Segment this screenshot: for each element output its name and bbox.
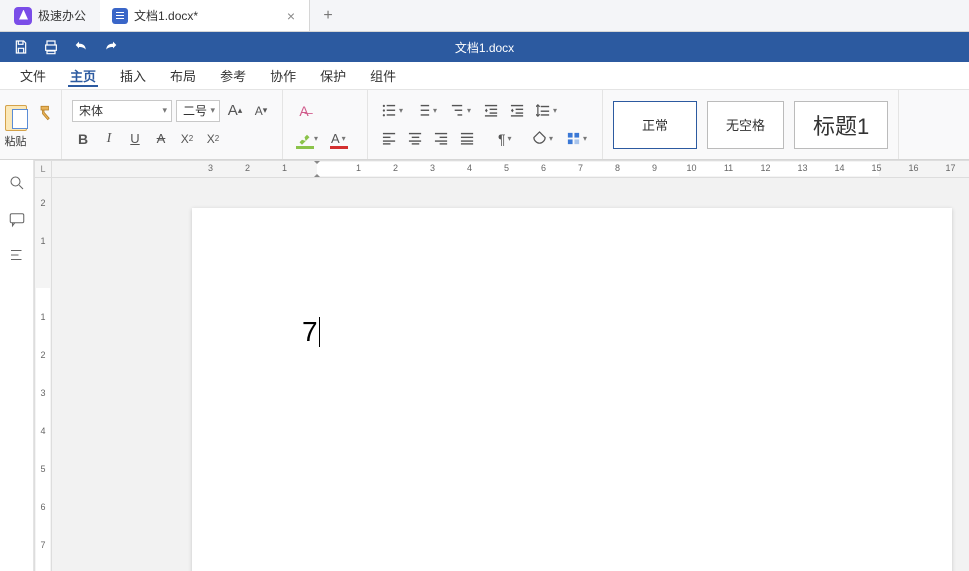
document-column: L 321 1234567891011121314151617 21123456… [34, 160, 969, 571]
highlight-button[interactable]: ▾ [293, 128, 323, 150]
align-justify-button[interactable] [456, 128, 478, 150]
save-button[interactable] [6, 32, 36, 62]
align-right-button[interactable] [430, 128, 452, 150]
menu-layout[interactable]: 布局 [158, 62, 208, 89]
style-heading1[interactable]: 标题1 [794, 101, 888, 149]
increase-indent-button[interactable] [506, 100, 528, 122]
app-name: 极速办公 [38, 7, 86, 24]
style-normal[interactable]: 正常 [613, 101, 697, 149]
font-group: 宋体▾ 二号▾ A▴ A▾ B I U A X2 X2 [62, 90, 283, 159]
vertical-ruler[interactable]: 211234567 [34, 178, 52, 571]
new-tab-button[interactable]: + [310, 0, 346, 31]
paragraph-group: ▾ ▾ ▾ ▾ ¶▾ ▾ ▾ [368, 90, 603, 159]
styles-group: 正常 无空格 标题1 [603, 90, 899, 159]
document-tab-title: 文档1.docx* [134, 7, 198, 24]
redo-button[interactable] [96, 32, 126, 62]
menu-home[interactable]: 主页 [58, 62, 108, 89]
outline-icon[interactable] [8, 246, 26, 264]
document-page[interactable]: 7 [192, 208, 952, 571]
work-area: L 321 1234567891011121314151617 21123456… [0, 160, 969, 571]
style-nospace[interactable]: 无空格 [707, 101, 784, 149]
superscript-button[interactable]: X2 [176, 128, 198, 150]
undo-button[interactable] [66, 32, 96, 62]
menu-bar: 文件 主页 插入 布局 参考 协作 保护 组件 [0, 62, 969, 90]
menu-file[interactable]: 文件 [8, 62, 58, 89]
print-button[interactable] [36, 32, 66, 62]
paste-icon[interactable] [3, 101, 29, 131]
app-tab-bar: 极速办公 文档1.docx* × + [0, 0, 969, 32]
side-panel [0, 160, 34, 571]
app-logo-icon [14, 7, 32, 25]
subscript-button[interactable]: X2 [202, 128, 224, 150]
paste-label: 粘贴 [5, 133, 27, 149]
bold-button[interactable]: B [72, 128, 94, 150]
show-marks-button[interactable]: ¶▾ [494, 128, 524, 150]
align-left-button[interactable] [378, 128, 400, 150]
align-center-button[interactable] [404, 128, 426, 150]
shading-button[interactable]: ▾ [528, 128, 558, 150]
shrink-font-button[interactable]: A▾ [250, 100, 272, 122]
font-size-select[interactable]: 二号▾ [176, 100, 220, 122]
italic-button[interactable]: I [98, 128, 120, 150]
menu-collab[interactable]: 协作 [258, 62, 308, 89]
indent-marker-icon[interactable] [312, 160, 322, 178]
close-tab-button[interactable]: × [285, 9, 297, 23]
clipboard-group: 粘贴 [0, 90, 62, 159]
font-name-select[interactable]: 宋体▾ [72, 100, 172, 122]
underline-button[interactable]: U [124, 128, 146, 150]
menu-insert[interactable]: 插入 [108, 62, 158, 89]
ribbon: 粘贴 宋体▾ 二号▾ A▴ A▾ B I U A X2 X2 A̶ ▾ A▾ [0, 90, 969, 160]
window-title: 文档1.docx [0, 39, 969, 56]
text-cursor [319, 317, 320, 347]
app-home-tab[interactable]: 极速办公 [0, 0, 100, 31]
grow-font-button[interactable]: A▴ [224, 100, 246, 122]
font-color-button[interactable]: A▾ [327, 128, 357, 150]
horizontal-ruler[interactable]: L 321 1234567891011121314151617 [34, 160, 969, 178]
format-painter-button[interactable] [35, 101, 59, 125]
font-color-group: A̶ ▾ A▾ [283, 90, 368, 159]
page-scroll-area[interactable]: 7 [52, 178, 969, 571]
multilevel-list-button[interactable]: ▾ [446, 100, 476, 122]
document-text[interactable]: 7 [302, 316, 320, 348]
clear-format-button[interactable]: A̶ [293, 100, 315, 122]
comments-icon[interactable] [8, 210, 26, 228]
search-icon[interactable] [8, 174, 26, 192]
strikethrough-button[interactable]: A [150, 128, 172, 150]
decrease-indent-button[interactable] [480, 100, 502, 122]
line-spacing-button[interactable]: ▾ [532, 100, 562, 122]
menu-reference[interactable]: 参考 [208, 62, 258, 89]
quick-access-bar: 文档1.docx [0, 32, 969, 62]
menu-protect[interactable]: 保护 [308, 62, 358, 89]
ruler-corner: L [34, 160, 52, 178]
number-list-button[interactable]: ▾ [412, 100, 442, 122]
doc-icon [112, 8, 128, 24]
menu-component[interactable]: 组件 [358, 62, 408, 89]
borders-button[interactable]: ▾ [562, 128, 592, 150]
bullet-list-button[interactable]: ▾ [378, 100, 408, 122]
document-tab[interactable]: 文档1.docx* × [100, 0, 310, 31]
